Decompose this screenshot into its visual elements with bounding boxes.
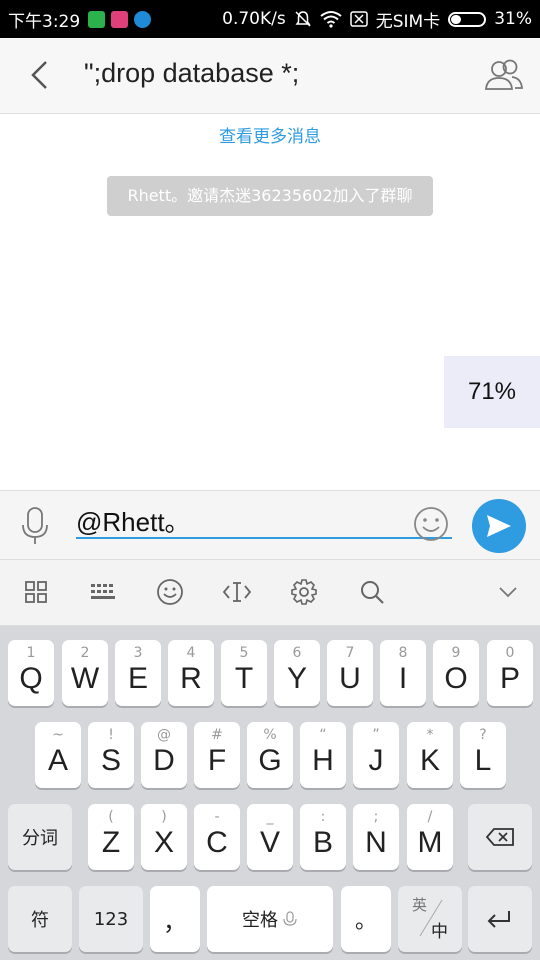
key-b[interactable]: :B: [300, 804, 346, 870]
chat-header: ";drop database *;: [0, 38, 540, 114]
period-key[interactable]: 。: [341, 886, 391, 952]
key-m[interactable]: / M: [407, 804, 453, 870]
key-z[interactable]: (Z: [88, 804, 134, 870]
key-r[interactable]: 4R: [168, 640, 214, 706]
collapse-chevron-icon[interactable]: [492, 576, 524, 608]
keyboard-toolbar: [0, 560, 540, 626]
key-s[interactable]: ! S: [88, 722, 134, 788]
key-u[interactable]: 7U: [327, 640, 373, 706]
key-e[interactable]: 3E: [115, 640, 161, 706]
emoji-icon[interactable]: [412, 505, 450, 543]
message-input[interactable]: [76, 503, 452, 539]
back-arrow-icon[interactable]: [24, 58, 58, 92]
emoji-icon[interactable]: [154, 576, 186, 608]
space-key[interactable]: 空格: [207, 886, 333, 952]
symbol-key[interactable]: 符: [8, 886, 72, 952]
wifi-icon: [320, 10, 342, 28]
key-n[interactable]: ; N: [353, 804, 399, 870]
backspace-key[interactable]: [468, 804, 532, 870]
key-p[interactable]: 0P: [487, 640, 533, 706]
message-input-bar: [0, 490, 540, 560]
key-j[interactable]: ” J: [353, 722, 399, 788]
key-q[interactable]: 1Q: [8, 640, 54, 706]
load-more-link[interactable]: 查看更多消息: [0, 122, 540, 147]
search-icon[interactable]: [356, 576, 388, 608]
key-i[interactable]: 8I: [380, 640, 426, 706]
key-l[interactable]: ? L: [460, 722, 506, 788]
key-c[interactable]: -C: [194, 804, 240, 870]
language-switch-key[interactable]: 英 中: [398, 886, 462, 952]
sim-status: 无SIM卡: [375, 11, 441, 32]
floating-percent-badge[interactable]: 71%: [444, 356, 540, 428]
divider-slash: [419, 899, 443, 937]
key-w[interactable]: 2W: [62, 640, 108, 706]
status-bar: 下午3:29 0.70K/s 无SIM卡 31%: [0, 0, 540, 38]
mute-bell-icon: [294, 10, 312, 28]
grid-icon[interactable]: [20, 576, 52, 608]
key-h[interactable]: “H: [300, 722, 346, 788]
send-icon: [487, 515, 511, 537]
battery-icon: [448, 11, 487, 27]
send-button[interactable]: [472, 499, 526, 553]
battery-level: [451, 14, 462, 24]
comma-key[interactable]: ，: [150, 886, 200, 952]
message-list: 查看更多消息 Rhett。邀请杰迷36235602加入了群聊 71%: [0, 114, 540, 490]
key-d[interactable]: @ D: [141, 722, 187, 788]
key-f[interactable]: # F: [194, 722, 240, 788]
microphone-icon: [283, 911, 297, 926]
group-members-icon[interactable]: [484, 56, 524, 94]
keyboard-icon[interactable]: [87, 576, 119, 608]
settings-icon[interactable]: [288, 576, 320, 608]
no-sim-icon: [349, 11, 368, 27]
key-v[interactable]: _ V: [247, 804, 293, 870]
key-a[interactable]: ~ A: [35, 722, 81, 788]
microphone-icon[interactable]: [18, 505, 52, 547]
battery-percent: 31%: [494, 9, 532, 29]
enter-arrow-icon: [487, 911, 510, 928]
network-speed: 0.70K/s: [222, 9, 286, 29]
app-notification-icon: [88, 10, 106, 28]
key-y[interactable]: 6Y: [274, 640, 320, 706]
numeric-key[interactable]: 123: [79, 886, 143, 952]
app-notification-icon: [111, 10, 129, 28]
word-segment-key[interactable]: 分词: [8, 804, 72, 870]
key-o[interactable]: 9O: [433, 640, 479, 706]
key-x[interactable]: ) X: [141, 804, 187, 870]
cursor-icon[interactable]: [221, 576, 253, 608]
key-k[interactable]: * K: [407, 722, 453, 788]
key-g[interactable]: % G: [247, 722, 293, 788]
enter-key[interactable]: [468, 886, 532, 952]
soft-keyboard: 1Q 2W 3E 4R 5T 6Y 7U 8I 9O 0P ~ A ! S @ D #…: [0, 626, 540, 960]
system-message: Rhett。邀请杰迷36235602加入了群聊: [107, 176, 433, 216]
app-notification-icon: [134, 10, 152, 28]
key-t[interactable]: 5T: [221, 640, 267, 706]
chat-title: ";drop database *;: [84, 58, 300, 88]
backspace-icon: [485, 828, 514, 846]
status-time: 下午3:29: [8, 11, 81, 32]
